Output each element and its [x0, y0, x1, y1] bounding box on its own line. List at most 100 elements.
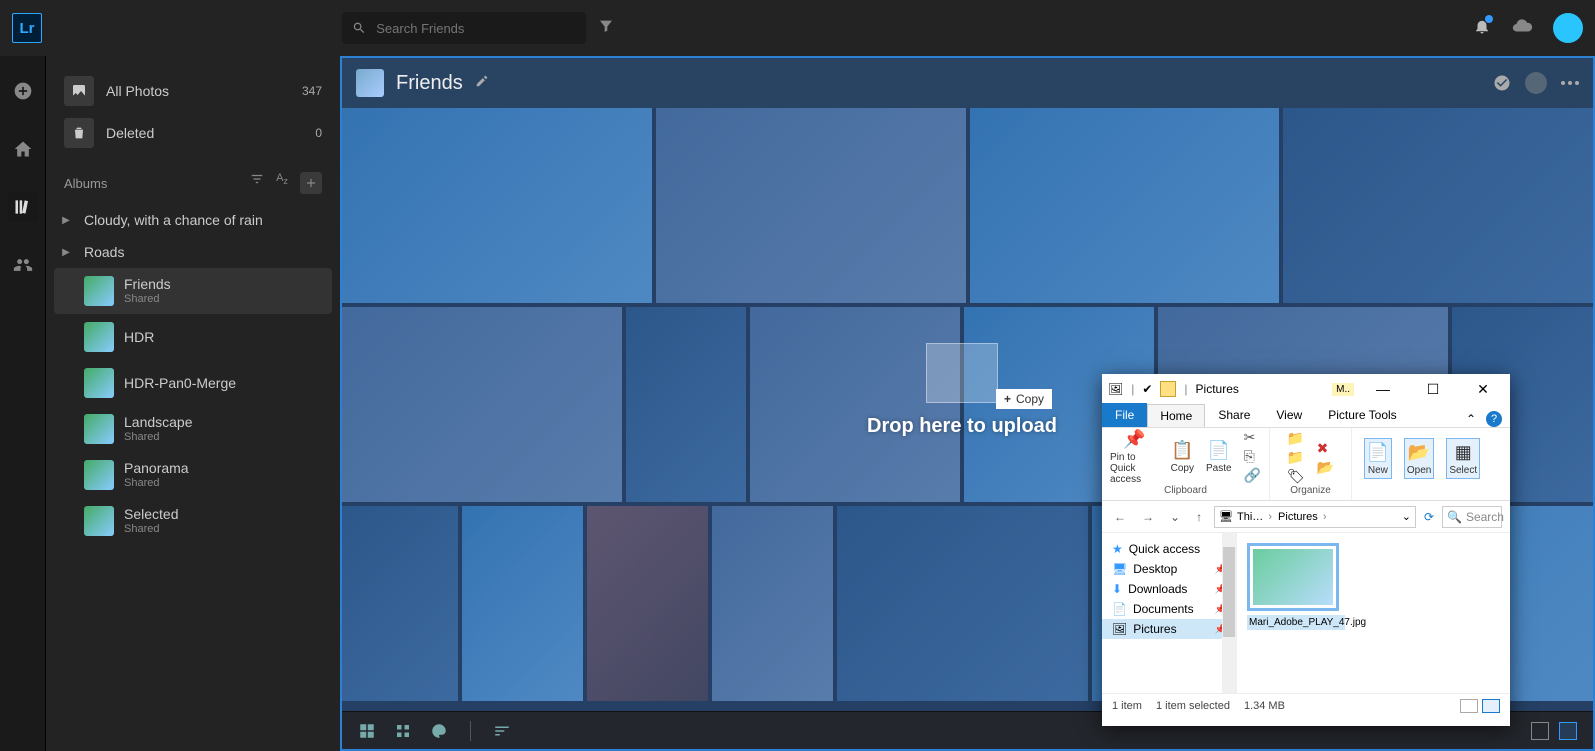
downloads-item[interactable]: ⬇Downloads📌: [1102, 579, 1236, 599]
photo-tile[interactable]: [837, 506, 1088, 701]
notifications-button[interactable]: [1473, 17, 1491, 40]
cut-icon[interactable]: ✂: [1244, 429, 1261, 446]
photo-tile[interactable]: [970, 108, 1280, 303]
nav-up-button[interactable]: ↑: [1192, 510, 1206, 524]
tab-view[interactable]: View: [1263, 403, 1315, 427]
close-button[interactable]: ✕: [1462, 381, 1504, 398]
rename-album-button[interactable]: [475, 74, 489, 93]
grid-view-icon[interactable]: [358, 722, 376, 740]
filter-button[interactable]: [598, 18, 614, 39]
album-landscape[interactable]: LandscapeShared: [54, 406, 332, 452]
my-photos-button[interactable]: [8, 192, 38, 222]
sidebar-scrollbar[interactable]: [1222, 533, 1236, 693]
album-folder-cloudy[interactable]: Cloudy, with a chance of rain: [54, 204, 332, 236]
file-item[interactable]: Mari_Adobe_PLAY_47.jpg: [1247, 543, 1345, 630]
clipboard-group-label: Clipboard: [1164, 485, 1207, 496]
photo-tile[interactable]: [1283, 108, 1593, 303]
pictures-item[interactable]: 🖼Pictures📌: [1102, 619, 1236, 639]
photo-tile[interactable]: [712, 506, 833, 701]
album-selected[interactable]: SelectedShared: [54, 498, 332, 544]
crumb-dropdown-icon[interactable]: ⌄: [1402, 510, 1411, 523]
deleted-row[interactable]: Deleted 0: [54, 112, 332, 154]
search-input[interactable]: [376, 21, 576, 36]
tab-picture-tools[interactable]: Picture Tools: [1315, 403, 1409, 427]
documents-icon: 📄: [1112, 602, 1127, 616]
select-button[interactable]: ▦Select: [1446, 438, 1480, 479]
nav-back-button[interactable]: ←: [1110, 510, 1130, 524]
copy-badge: Copy: [996, 389, 1052, 409]
home-button[interactable]: [8, 134, 38, 164]
copy-path-icon[interactable]: ⎘: [1244, 448, 1261, 465]
crumb-segment[interactable]: Thi…: [1237, 511, 1274, 523]
explorer-file-pane[interactable]: Mari_Adobe_PLAY_47.jpg: [1237, 533, 1510, 693]
photo-tile[interactable]: [342, 307, 622, 502]
filter-albums-icon[interactable]: [250, 172, 264, 186]
view-thumbnails-button[interactable]: [1482, 699, 1500, 713]
copy-to-icon[interactable]: 📁: [1287, 449, 1305, 466]
new-button[interactable]: 📄New: [1364, 438, 1392, 479]
album-hdr[interactable]: HDR: [54, 314, 332, 360]
photo-tile[interactable]: [587, 506, 708, 701]
open-icon: 📂: [1408, 441, 1430, 463]
view-details-button[interactable]: [1460, 699, 1478, 713]
view-mode-list[interactable]: [1531, 722, 1549, 740]
move-to-icon[interactable]: 📁: [1287, 430, 1305, 447]
view-mode-grid[interactable]: [1559, 722, 1577, 740]
album-panorama[interactable]: PanoramaShared: [54, 452, 332, 498]
plus-circle-icon: [13, 81, 33, 101]
user-avatar[interactable]: [1553, 13, 1583, 43]
square-grid-icon[interactable]: [394, 722, 412, 740]
check-circle-icon[interactable]: [1493, 74, 1511, 92]
crumb-segment[interactable]: Pictures: [1278, 511, 1328, 523]
album-more-button[interactable]: [1561, 81, 1579, 85]
paste-button[interactable]: 📄Paste: [1206, 439, 1232, 474]
add-album-button[interactable]: [300, 172, 322, 194]
minimize-button[interactable]: —: [1362, 381, 1404, 397]
collapse-ribbon-icon[interactable]: ⌃: [1466, 412, 1476, 426]
album-folder-roads[interactable]: Roads: [54, 236, 332, 268]
help-button[interactable]: ?: [1486, 411, 1502, 427]
drop-target: Copy Drop here to upload: [867, 343, 1057, 438]
explorer-search[interactable]: 🔍 Search: [1442, 506, 1502, 528]
search-box[interactable]: [342, 12, 586, 44]
album-hdr-pano-merge[interactable]: HDR-Pan0-Merge: [54, 360, 332, 406]
photo-tile[interactable]: [462, 506, 583, 701]
palette-icon[interactable]: [430, 722, 448, 740]
tab-share[interactable]: Share: [1205, 403, 1263, 427]
sort-albums-button[interactable]: Az: [276, 172, 288, 194]
new-folder-icon[interactable]: 📂: [1317, 459, 1334, 476]
shared-avatar[interactable]: [1525, 72, 1547, 94]
photo-tile[interactable]: [342, 108, 652, 303]
rename-icon[interactable]: 🏷: [1287, 468, 1305, 485]
file-explorer-window[interactable]: 🖼 | ✔ | Pictures M.. — ☐ ✕ File Home Sha…: [1102, 374, 1510, 726]
copy-button[interactable]: 📋Copy: [1171, 439, 1194, 474]
photo-tile[interactable]: [342, 506, 458, 701]
albums-label: Albums: [64, 176, 107, 191]
quick-access-item[interactable]: ★Quick access: [1102, 539, 1236, 559]
nav-forward-button[interactable]: →: [1138, 510, 1158, 524]
photo-tile[interactable]: [656, 108, 966, 303]
pin-quick-access-button[interactable]: 📌Pin to Quick access: [1110, 428, 1159, 485]
photo-tile[interactable]: [626, 307, 746, 502]
delete-icon[interactable]: ✖: [1317, 440, 1334, 457]
documents-item[interactable]: 📄Documents📌: [1102, 599, 1236, 619]
drop-here-label: Drop here to upload: [867, 415, 1057, 438]
desktop-item[interactable]: 🖥Desktop📌: [1102, 559, 1236, 579]
open-button[interactable]: 📂Open: [1404, 438, 1434, 479]
tab-file[interactable]: File: [1102, 403, 1147, 427]
explorer-titlebar[interactable]: 🖼 | ✔ | Pictures M.. — ☐ ✕: [1102, 374, 1510, 404]
all-photos-row[interactable]: All Photos 347: [54, 70, 332, 112]
cloud-sync-button[interactable]: [1511, 15, 1533, 42]
maximize-button[interactable]: ☐: [1412, 381, 1454, 398]
address-bar[interactable]: 🖥 Thi… Pictures ⌄: [1214, 506, 1416, 528]
nav-history-button[interactable]: ⌄: [1166, 510, 1184, 524]
sort-icon[interactable]: [493, 722, 511, 740]
sharing-button[interactable]: [8, 250, 38, 280]
pin-icon: 📌: [1123, 428, 1145, 450]
add-photos-button[interactable]: [8, 76, 38, 106]
album-label: Cloudy, with a chance of rain: [84, 212, 263, 228]
album-friends[interactable]: FriendsShared: [54, 268, 332, 314]
paste-shortcut-icon[interactable]: 🔗: [1244, 467, 1261, 484]
tab-home[interactable]: Home: [1147, 404, 1205, 427]
refresh-button[interactable]: ⟳: [1424, 510, 1434, 524]
